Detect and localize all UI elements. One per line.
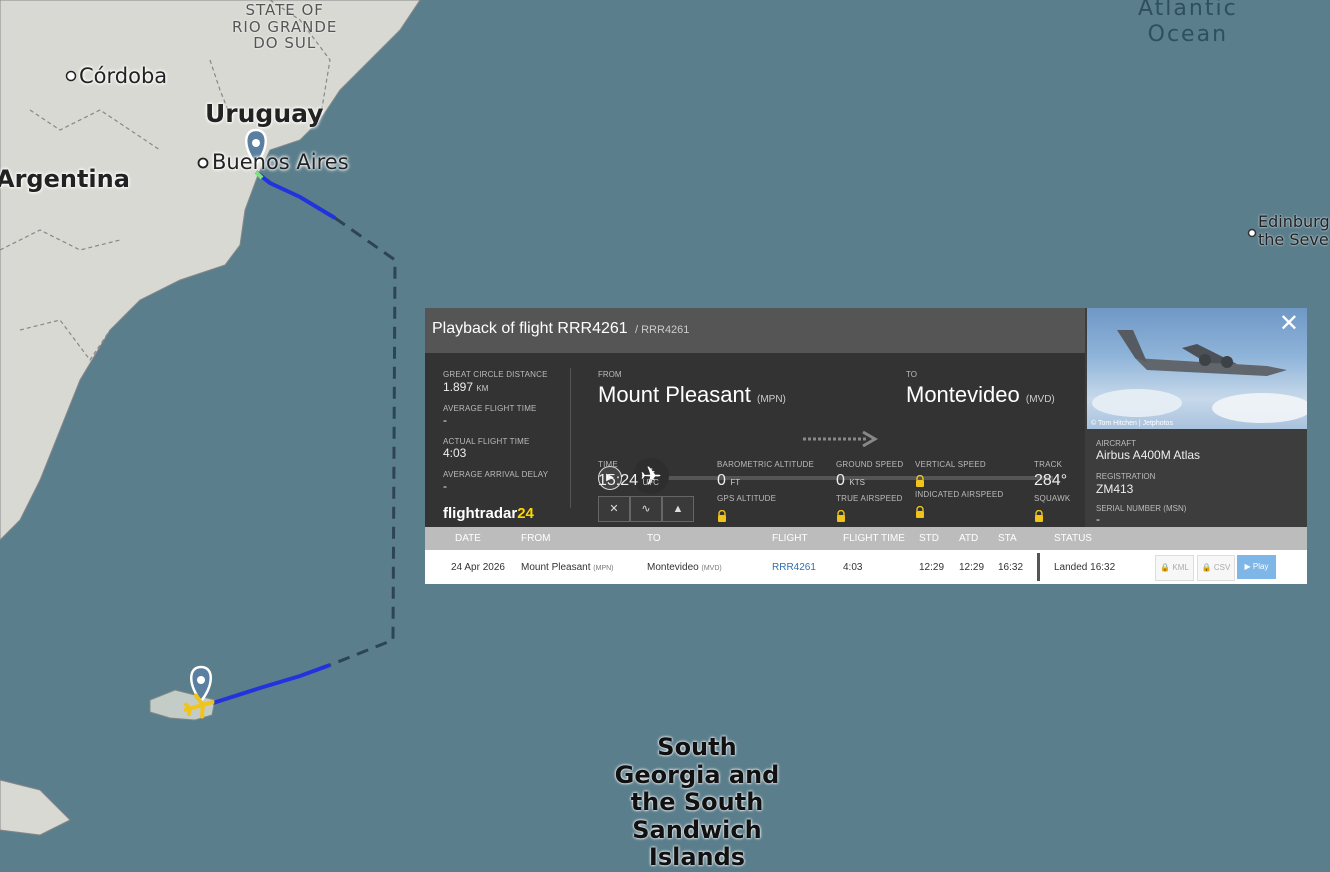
baro-alt-value: 0 FT: [717, 472, 741, 489]
buenos-aires-dot-icon: [197, 157, 209, 169]
th-flight-time: FLIGHT TIME: [843, 533, 905, 544]
th-to: TO: [647, 533, 661, 544]
registration-label: REGISTRATION: [1096, 472, 1156, 481]
map-label-argentina: Argentina: [0, 165, 130, 193]
th-sta: STA: [998, 533, 1017, 544]
th-flight: FLIGHT: [772, 533, 808, 544]
table-row[interactable]: 24 Apr 2026 Mount Pleasant (MPN) Montevi…: [425, 550, 1307, 584]
time-value: 15:24 UTC: [598, 472, 659, 489]
registration-value: ZM413: [1096, 482, 1134, 496]
th-date: DATE: [455, 533, 481, 544]
avg-arrival-delay-label: AVERAGE ARRIVAL DELAY: [443, 470, 549, 479]
altitude-graph-button[interactable]: ▲: [662, 496, 694, 522]
serial-number-label: SERIAL NUMBER (MSN): [1096, 504, 1187, 513]
row-status: Landed 16:32: [1054, 562, 1116, 573]
ground-speed-value: 0 KTS: [836, 472, 865, 489]
avg-flight-time-value: -: [443, 413, 447, 427]
to-city: Montevideo (MVD): [906, 382, 1055, 407]
track-label: TRACK: [1034, 460, 1063, 469]
map-label-south-georgia: South Georgia and the South Sandwich Isl…: [614, 733, 780, 872]
avg-arrival-delay-value: -: [443, 479, 447, 493]
airbus-a400m-image-icon: [1092, 330, 1307, 423]
flightradar24-logo[interactable]: flightradar24: [443, 505, 534, 522]
row-std: 12:29: [919, 562, 945, 573]
row-sta: 16:32: [998, 562, 1024, 573]
gps-alt-label: GPS ALTITUDE: [717, 494, 777, 503]
route-arrow-icon: [803, 430, 878, 448]
flights-table-header: DATE FROM TO FLIGHT FLIGHT TIME STD ATD …: [425, 527, 1307, 550]
panel-title: Playback of flight RRR4261: [432, 320, 628, 337]
row-flight-link[interactable]: RRR4261: [772, 562, 816, 573]
time-label: TIME: [598, 460, 618, 469]
row-atd: 12:29: [959, 562, 985, 573]
status-bar: [1037, 553, 1040, 581]
cordoba-dot-icon: [65, 70, 77, 82]
aircraft-type-value: Airbus A400M Atlas: [1096, 448, 1201, 462]
from-city: Mount Pleasant (MPN): [598, 382, 786, 407]
baro-alt-label: BAROMETRIC ALTITUDE: [717, 460, 814, 469]
th-std: STD: [919, 533, 939, 544]
panel-divider: [570, 368, 571, 508]
panel-header: Playback of flight RRR4261 / RRR4261: [425, 308, 1085, 353]
lock-icon[interactable]: [915, 506, 925, 518]
route-button[interactable]: ∿: [630, 496, 662, 522]
actual-flight-time-label: ACTUAL FLIGHT TIME: [443, 437, 530, 446]
map-label-cordoba: Córdoba: [79, 64, 168, 88]
distance-value: 1.897 KM: [443, 380, 489, 394]
track-value: 284°: [1034, 472, 1068, 489]
squawk-label: SQUAWK: [1034, 494, 1071, 503]
row-from: Mount Pleasant (MPN): [521, 562, 614, 573]
actual-flight-time-value: 4:03: [443, 446, 467, 460]
aircraft-photo[interactable]: ✕ © Tom Hitchen | Jetphotos: [1087, 308, 1307, 429]
serial-number-value: -: [1096, 512, 1100, 526]
zoom-fit-button[interactable]: ✕: [598, 496, 630, 522]
lock-icon[interactable]: [1034, 510, 1044, 522]
map-label-atlantic: Atlantic Ocean: [1138, 0, 1238, 48]
kml-download-button[interactable]: 🔒 KML: [1155, 555, 1194, 581]
panel-body: GREAT CIRCLE DISTANCE 1.897 KM AVERAGE F…: [425, 353, 1085, 527]
vertical-speed-label: VERTICAL SPEED: [915, 460, 986, 469]
csv-download-button[interactable]: 🔒 CSV: [1197, 555, 1235, 581]
true-airspeed-label: TRUE AIRSPEED: [836, 494, 903, 503]
panel-subtitle: / RRR4261: [635, 324, 690, 336]
row-date: 24 Apr 2026: [451, 562, 505, 573]
from-label: FROM: [598, 370, 622, 379]
distance-label: GREAT CIRCLE DISTANCE: [443, 370, 548, 379]
th-from: FROM: [521, 533, 551, 544]
map-label-state: STATE OF RIO GRANDE DO SUL: [232, 1, 338, 52]
close-panel-button[interactable]: ✕: [1279, 312, 1299, 336]
map-label-edinburgh: Edinburg the Seve: [1258, 212, 1330, 250]
edinburgh-dot-icon: [1247, 228, 1257, 238]
row-to: Montevideo (MVD): [647, 562, 722, 573]
aircraft-info-section: ✕ © Tom Hitchen | Jetphotos AIRCRAFT Air…: [1085, 308, 1307, 527]
row-play-button[interactable]: ▶ Play: [1237, 555, 1276, 579]
th-status: STATUS: [1054, 533, 1092, 544]
avg-flight-time-label: AVERAGE FLIGHT TIME: [443, 404, 537, 413]
to-label: TO: [906, 370, 917, 379]
aircraft-type-label: AIRCRAFT: [1096, 439, 1136, 448]
row-flight-time: 4:03: [843, 562, 863, 573]
lock-icon[interactable]: [915, 475, 925, 487]
map-label-uruguay: Uruguay: [205, 99, 324, 128]
ground-speed-label: GROUND SPEED: [836, 460, 904, 469]
map-label-buenos-aires: Buenos Aires: [212, 150, 349, 174]
th-atd: ATD: [959, 533, 979, 544]
lock-icon[interactable]: [836, 510, 846, 522]
lock-icon[interactable]: [717, 510, 727, 522]
flight-playback-panel: Playback of flight RRR4261 / RRR4261 GRE…: [425, 308, 1307, 584]
photo-credit: © Tom Hitchen | Jetphotos: [1091, 420, 1173, 427]
indicated-airspeed-label: INDICATED AIRSPEED: [915, 490, 1004, 499]
